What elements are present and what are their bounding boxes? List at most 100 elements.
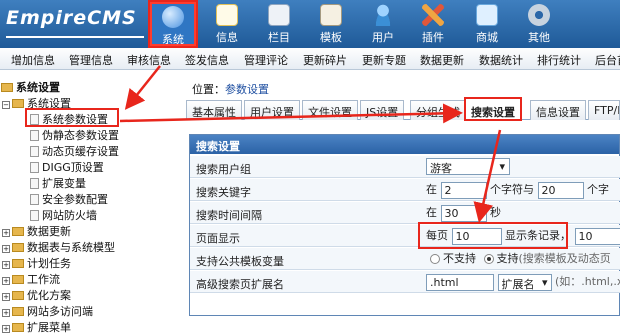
tree-item-cache[interactable]: 动态页缓存设置 <box>30 143 119 159</box>
radio-not-support[interactable] <box>430 254 440 264</box>
interval-input[interactable]: 30 <box>441 205 487 222</box>
tab-basic[interactable]: 基本属性 <box>186 100 242 120</box>
row-label: 搜索关键字 <box>196 184 251 200</box>
tree-folder-multi-access[interactable]: +网站多访问端 <box>2 303 93 319</box>
folder-icon <box>12 291 24 300</box>
folder-icon <box>12 243 24 252</box>
nav-template[interactable]: 模板 <box>308 2 354 46</box>
radio-label: 支持 <box>497 252 519 265</box>
user-group-select[interactable]: 游客▾ <box>426 158 510 175</box>
folder-icon <box>12 227 24 236</box>
ext-name-select[interactable]: 扩展名▾ <box>498 274 552 291</box>
submenu-data-stats[interactable]: 数据统计 <box>479 52 523 68</box>
keyword-max-input[interactable]: 20 <box>538 182 584 199</box>
submenu-update-fragments[interactable]: 更新碎片 <box>303 52 347 68</box>
folder-icon <box>12 307 24 316</box>
nav-label: 信息 <box>216 31 238 44</box>
nav-info[interactable]: 信息 <box>204 2 250 46</box>
select-value: 游客 <box>430 162 452 175</box>
shop-icon <box>476 4 498 26</box>
nav-user[interactable]: 用户 <box>360 2 406 46</box>
nav-shop[interactable]: 商城 <box>464 2 510 46</box>
row-public-template: 支持公共模板变量 不支持 支持(搜索模板及动态页 <box>190 248 620 270</box>
row-label: 搜索用户组 <box>196 161 251 177</box>
page-icon <box>30 194 39 205</box>
tree-folder-label: 数据更新 <box>27 225 71 238</box>
text-pre: 在 <box>426 183 437 196</box>
tree-item-ext-vars[interactable]: 扩展变量 <box>30 175 86 191</box>
page-links-input[interactable]: 10 <box>575 228 620 245</box>
tree-item-security[interactable]: 安全参数配置 <box>30 191 108 207</box>
radio-label: 不支持 <box>443 252 476 265</box>
folder-icon <box>12 275 24 284</box>
tree-folder-label: 优化方案 <box>27 289 71 302</box>
tab-group-gen[interactable]: 分组生成 <box>410 100 466 120</box>
nav-column[interactable]: 栏目 <box>256 2 302 46</box>
row-label: 搜索时间间隔 <box>196 207 262 223</box>
row-search-interval: 搜索时间间隔 在 30 秒 <box>190 202 620 224</box>
row-label: 支持公共模板变量 <box>196 253 284 269</box>
ext-name-input[interactable]: .html <box>426 274 494 291</box>
tree-folder-label: 工作流 <box>27 273 60 286</box>
expand-icon: + <box>2 261 10 269</box>
row-value: 在 30 秒 <box>426 204 501 223</box>
tree-folder-tables[interactable]: +数据表与系统模型 <box>2 239 115 255</box>
tab-user[interactable]: 用户设置 <box>244 100 300 120</box>
row-value: .html 扩展名▾ (如：.html,.x <box>426 273 620 292</box>
tab-ftp[interactable]: FTP/E <box>588 100 620 120</box>
text-mid: 个字符与 <box>490 183 534 196</box>
nav-label: 商城 <box>476 31 498 44</box>
nav-plugin[interactable]: 插件 <box>410 2 456 46</box>
tab-search[interactable]: 搜索设置 <box>464 97 522 121</box>
tree-folder-label: 计划任务 <box>27 257 71 270</box>
tree-folder-ext-menu[interactable]: +扩展菜单 <box>2 319 71 335</box>
column-icon <box>268 4 290 26</box>
expand-icon: + <box>2 229 10 237</box>
submenu-update-topics[interactable]: 更新专题 <box>362 52 406 68</box>
nav-label: 其他 <box>528 31 550 44</box>
submenu-manage-info[interactable]: 管理信息 <box>69 52 113 68</box>
submenu-review-info[interactable]: 审核信息 <box>127 52 171 68</box>
submenu-data-update[interactable]: 数据更新 <box>420 52 464 68</box>
tab-js[interactable]: JS设置 <box>360 100 404 120</box>
template-icon <box>320 4 342 26</box>
tree-folder-label: 数据表与系统模型 <box>27 241 115 254</box>
row-value: 不支持 支持(搜索模板及动态页 <box>426 250 611 269</box>
tree-folder-workflow[interactable]: +工作流 <box>2 271 60 287</box>
tree-root[interactable]: 系统设置 <box>1 79 60 95</box>
page-icon <box>30 162 39 173</box>
tree-folder-tasks[interactable]: + 计划任务 <box>2 255 71 271</box>
nav-other[interactable]: 其他 <box>516 2 562 46</box>
tree-item-label: 动态页缓存设置 <box>42 145 119 158</box>
text-pre: 在 <box>426 206 437 219</box>
row-label: 页面显示 <box>196 230 240 246</box>
row-label: 高级搜索页扩展名 <box>196 276 284 292</box>
nav-label: 插件 <box>422 31 444 44</box>
nav-label: 栏目 <box>268 31 290 44</box>
radio-support[interactable] <box>484 254 494 264</box>
keyword-min-input[interactable]: 2 <box>441 182 487 199</box>
sub-menu: 增加信息 管理信息 审核信息 签发信息 管理评论 更新碎片 更新专题 数据更新 … <box>0 48 620 70</box>
tree-folder-data-update[interactable]: + 数据更新 <box>2 223 71 239</box>
expand-icon: + <box>2 293 10 301</box>
expand-icon: + <box>2 325 10 333</box>
tree-item-firewall[interactable]: 网站防火墙 <box>30 207 97 223</box>
submenu-add-info[interactable]: 增加信息 <box>11 52 55 68</box>
select-value: 扩展名 <box>502 278 535 291</box>
text-post: 个字 <box>587 183 609 196</box>
tab-info[interactable]: 信息设置 <box>530 100 586 120</box>
submenu-admin-home[interactable]: 后台首 <box>595 52 620 68</box>
nav-label: 用户 <box>372 31 394 44</box>
tab-file[interactable]: 文件设置 <box>302 100 358 120</box>
tree-item-digg[interactable]: DIGG顶设置 <box>30 159 104 175</box>
submenu-manage-comments[interactable]: 管理评论 <box>244 52 288 68</box>
submenu-rank-stats[interactable]: 排行统计 <box>537 52 581 68</box>
submenu-sign-info[interactable]: 签发信息 <box>185 52 229 68</box>
row-value: 在 2 个字符与 20 个字 <box>426 181 609 200</box>
row-search-group: 搜索用户组 游客▾ <box>190 156 620 178</box>
tree-folder-optimize[interactable]: + 优化方案 <box>2 287 71 303</box>
gear-icon <box>528 4 550 26</box>
text-post: 秒 <box>490 206 501 219</box>
breadcrumb-link[interactable]: 参数设置 <box>225 83 269 96</box>
tree-item-rewrite[interactable]: 伪静态参数设置 <box>30 127 119 143</box>
